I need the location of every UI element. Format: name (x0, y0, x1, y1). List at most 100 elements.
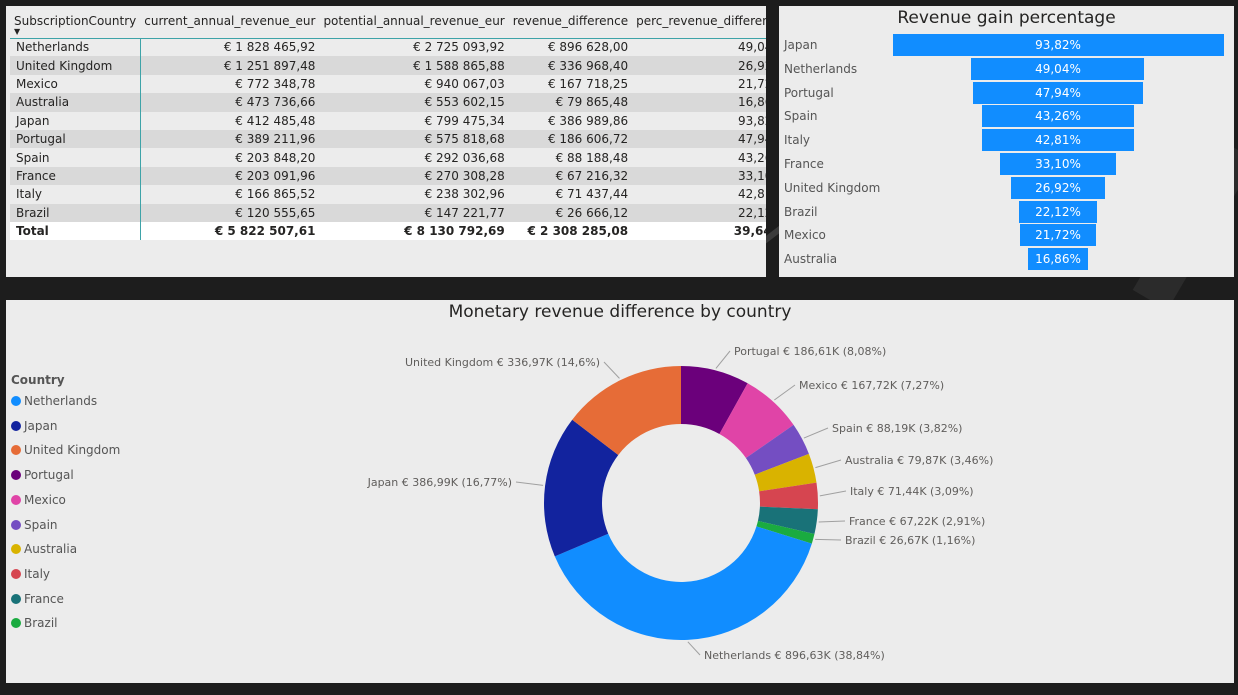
funnel-row[interactable]: Brazil 22,12% (779, 200, 1234, 223)
funnel-row[interactable]: Italy 42,81% (779, 129, 1234, 152)
table-cell-country: France (10, 166, 141, 186)
donut-chart-panel: Monetary revenue difference by country C… (6, 300, 1234, 683)
funnel-row[interactable]: Japan 93,82% (779, 34, 1234, 56)
column-header-country[interactable]: SubscriptionCountry ▼ (10, 10, 141, 39)
table-cell-value: € 1 588 865,88 (319, 56, 509, 75)
funnel-bar[interactable]: 93,82% (892, 34, 1224, 56)
table-cell-country: Italy (10, 185, 141, 204)
table-cell-value: € 473 736,66 (140, 93, 320, 112)
slice-leader-line (687, 641, 701, 656)
funnel-chart-title: Revenue gain percentage (897, 8, 1116, 28)
funnel-row[interactable]: Mexico 21,72% (779, 224, 1234, 247)
funnel-bar[interactable]: 22,12% (1018, 200, 1097, 223)
table-cell-value: € 575 818,68 (319, 129, 509, 149)
table-cell-country: Total (10, 221, 141, 241)
funnel-category-label: Japan (784, 38, 818, 52)
column-header-current-revenue[interactable]: current_annual_revenue_eur (140, 10, 320, 39)
column-header-potential-revenue[interactable]: potential_annual_revenue_eur (319, 10, 509, 39)
sort-descending-icon[interactable]: ▼ (14, 27, 20, 36)
column-header-perc-difference[interactable]: perc_revenue_difference (632, 10, 766, 39)
table-cell-value: 26,92% (632, 56, 766, 75)
funnel-row[interactable]: Australia 16,86% (779, 248, 1234, 271)
slice-data-label: Australia € 79,87K (3,46%) (845, 454, 993, 467)
slice-leader-line (815, 459, 842, 469)
table-cell-value: € 71 437,44 (555, 187, 629, 202)
funnel-category-label: Spain (784, 109, 818, 124)
table-cell-value: € 1 828 465,92 (223, 40, 316, 55)
funnel-row[interactable]: Netherlands 49,04% (779, 57, 1234, 80)
funnel-bar[interactable]: 42,81% (982, 129, 1134, 152)
table-cell-country: Portugal (10, 129, 141, 149)
funnel-category-label: Netherlands (784, 61, 858, 76)
slice-leader-line (819, 490, 847, 497)
table-cell-value: 22,12% (632, 203, 766, 222)
table-cell-value: 16,86% (632, 93, 766, 112)
table-row[interactable]: Italy € 166 865,52 € 238 302,96 € 71 437,44… (10, 185, 766, 204)
funnel-bar[interactable]: 49,04% (971, 57, 1145, 80)
table-row[interactable]: Australia € 473 736,66 € 553 602,15 € 79 86… (10, 93, 766, 112)
funnel-bar[interactable]: 16,86% (1028, 248, 1088, 271)
table-row[interactable]: Netherlands € 1 828 465,92 € 2 725 093,92 €… (10, 38, 766, 57)
table-cell-value: € 799 475,34 (424, 113, 505, 128)
table-total-row[interactable]: Total € 5 822 507,61 € 8 130 792,69 € 2 308… (10, 221, 766, 241)
table-cell-value: € 386 989,86 (547, 113, 629, 128)
table-cell-value: € 8 130 792,69 (319, 221, 509, 241)
table-header-row: SubscriptionCountry ▼ current_annual_rev… (10, 10, 766, 39)
table-cell-value: € 270 308,28 (319, 166, 509, 186)
table-cell-value: € 167 718,25 (547, 76, 629, 91)
table-row[interactable]: United Kingdom € 1 251 897,48 € 1 588 865,… (10, 56, 766, 75)
table-row[interactable]: Portugal € 389 211,96 € 575 818,68 € 186 60… (10, 129, 766, 149)
slice-data-label: Spain € 88,19K (3,82%) (832, 422, 962, 435)
table-row[interactable]: Japan € 412 485,48 € 799 475,34 € 386 989,8… (10, 111, 766, 130)
column-header-revenue-difference[interactable]: revenue_difference (508, 10, 633, 39)
funnel-bar[interactable]: 43,26% (981, 105, 1135, 128)
funnel-row[interactable]: United Kingdom 26,92% (779, 176, 1234, 199)
slice-leader-line (815, 538, 842, 541)
table-cell-value: € 389 211,96 (140, 129, 320, 149)
table-row[interactable]: France € 203 091,96 € 270 308,28 € 67 216,3… (10, 166, 766, 186)
table-cell-value: € 88 188,48 (555, 150, 629, 165)
slice-leader-line (774, 384, 796, 401)
table-cell-value: € 896 628,00 (547, 40, 629, 55)
table-cell-country: Mexico (10, 74, 141, 94)
table-cell-value: € 5 822 507,61 (140, 221, 320, 241)
table-cell-value: € 940 067,03 (424, 76, 505, 91)
funnel-bar[interactable]: 33,10% (999, 153, 1117, 175)
slice-data-label: Netherlands € 896,63K (38,84%) (704, 649, 885, 662)
funnel-bar[interactable]: 26,92% (1010, 176, 1106, 199)
slice-leader-line (715, 350, 731, 369)
table-row[interactable]: Mexico € 772 348,78 € 940 067,03 € 167 718,… (10, 74, 766, 94)
table-cell-value: € 79 865,48 (508, 93, 633, 112)
funnel-row[interactable]: Portugal 47,94% (779, 81, 1234, 104)
table-cell-value: € 67 216,32 (508, 166, 633, 186)
funnel-bar[interactable]: 47,94% (973, 81, 1143, 104)
slice-data-label: United Kingdom € 336,97K (14,6%) (405, 356, 600, 369)
slice-data-label: Mexico € 167,72K (7,27%) (799, 379, 944, 392)
table-cell-value: € 412 485,48 (235, 113, 316, 128)
table-cell-value: € 120 555,65 (140, 203, 320, 222)
column-header-label: SubscriptionCountry (14, 14, 137, 28)
table-cell-value: € 166 865,52 (235, 187, 316, 202)
table-cell-value: € 292 036,68 (424, 150, 505, 165)
funnel-category-label: France (784, 157, 824, 171)
funnel-row[interactable]: France 33,10% (779, 153, 1234, 175)
table-row[interactable]: Brazil € 120 555,65 € 147 221,77 € 26 666,1… (10, 203, 766, 222)
table-row[interactable]: Spain € 203 848,20 € 292 036,68 € 88 188,48… (10, 148, 766, 167)
slice-leader-line (818, 520, 846, 523)
slice-data-label: Italy € 71,44K (3,09%) (850, 485, 974, 498)
funnel-category-label: Australia (784, 252, 838, 267)
table-cell-value: 21,72% (737, 76, 766, 91)
revenue-table: SubscriptionCountry ▼ current_annual_rev… (10, 10, 766, 241)
table-cell-value: 42,81% (737, 187, 766, 202)
table-cell-country: Brazil (10, 203, 141, 222)
donut-slice[interactable] (554, 526, 812, 640)
slice-leader-line (803, 427, 829, 439)
funnel-row[interactable]: Spain 43,26% (779, 105, 1234, 128)
funnel-bar[interactable]: 21,72% (1019, 224, 1097, 247)
donut-chart: Portugal € 186,61K (8,08%) Mexico € 167,7… (367, 345, 994, 662)
funnel-category-label: United Kingdom (784, 180, 881, 195)
slice-leader-line (515, 481, 544, 486)
table-cell-value: € 186 606,72 (508, 129, 633, 149)
table-cell-country: Spain (10, 148, 141, 167)
table-cell-value: € 203 848,20 (235, 150, 316, 165)
